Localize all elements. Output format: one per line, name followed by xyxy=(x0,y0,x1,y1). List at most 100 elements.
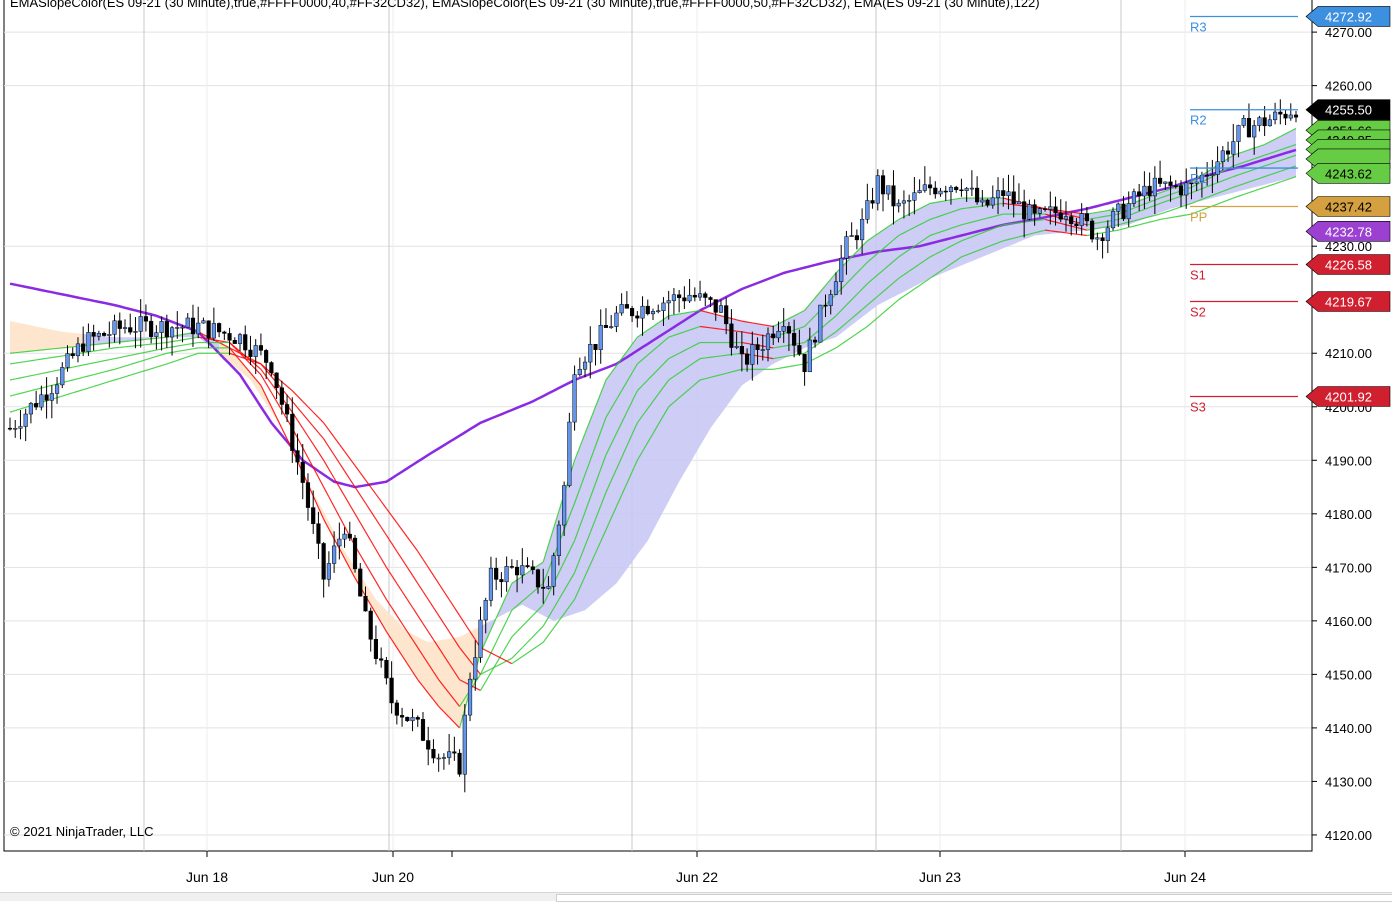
candle-body xyxy=(912,192,917,201)
slope-ema-segment xyxy=(140,344,146,346)
candle-body xyxy=(102,332,107,336)
candle-body xyxy=(582,361,588,370)
candle-body xyxy=(1131,191,1137,204)
candle-body xyxy=(959,189,964,192)
candle-body xyxy=(384,660,389,679)
candle-body xyxy=(980,199,985,203)
candle-body xyxy=(305,482,311,508)
price-marker-label: 4237.42 xyxy=(1325,199,1372,214)
candle-body xyxy=(185,317,190,328)
scrollbar-thumb[interactable] xyxy=(556,894,1392,902)
candle-body xyxy=(525,565,530,567)
slope-ema-segment xyxy=(36,358,42,361)
candle-body xyxy=(1252,125,1257,138)
candle-body xyxy=(65,353,70,368)
candle-body xyxy=(164,321,169,338)
slope-ema-segment xyxy=(699,357,706,360)
y-tick-label: 4170.00 xyxy=(1325,560,1372,575)
slope-ema-segment xyxy=(104,342,110,345)
candle-body xyxy=(624,304,629,309)
slope-ema-segment xyxy=(46,356,52,359)
candle-body xyxy=(771,333,776,339)
candle-body xyxy=(812,339,818,343)
chart-panel[interactable]: R3 R2 R1 PP S1 S2 S3 4120.00 4130.00 4140.00 4150.… xyxy=(0,0,1392,902)
candle-body xyxy=(206,320,211,339)
candle-body xyxy=(363,595,368,612)
candle-body xyxy=(154,332,159,337)
candle-body xyxy=(954,186,959,191)
candle-body xyxy=(802,353,807,373)
price-marker-label: 4201.92 xyxy=(1325,389,1372,404)
candle-body xyxy=(274,372,279,389)
candle-body xyxy=(1058,212,1063,220)
candle-body xyxy=(1048,206,1053,210)
candle-body xyxy=(122,327,128,329)
slope-ema-segment xyxy=(982,204,988,207)
candle-body xyxy=(222,331,227,334)
candle-body xyxy=(786,326,791,334)
candle-body xyxy=(1037,208,1042,214)
candle-body xyxy=(776,330,781,339)
candle-body xyxy=(96,332,101,337)
candle-body xyxy=(232,340,237,344)
candle-body xyxy=(630,308,635,317)
price-marker-label: 4226.58 xyxy=(1325,258,1372,273)
candle-body xyxy=(447,751,452,758)
slope-ema-segment xyxy=(109,341,115,344)
price-marker-label: 4272.92 xyxy=(1325,9,1372,24)
candle-body xyxy=(933,187,938,195)
candle-body xyxy=(1225,150,1231,155)
slope-ema-segment xyxy=(156,337,162,339)
candle-body xyxy=(1288,114,1293,119)
candle-body xyxy=(237,334,243,344)
candle-body xyxy=(347,533,352,539)
slope-ema-segment xyxy=(51,347,58,350)
candle-body xyxy=(781,326,786,332)
candle-body xyxy=(880,175,886,195)
candle-body xyxy=(1121,203,1126,220)
candle-body xyxy=(839,257,844,282)
candle-body xyxy=(23,413,28,427)
candle-body xyxy=(316,523,321,544)
candle-body xyxy=(640,305,645,319)
candle-body xyxy=(415,717,420,720)
candle-body xyxy=(1063,216,1069,220)
candle-body xyxy=(1246,118,1252,138)
candle-body xyxy=(1158,177,1163,184)
slope-ema-segment xyxy=(30,359,37,362)
slope-ema-segment xyxy=(20,360,26,363)
slope-ema-segment xyxy=(1013,222,1020,225)
slope-ema-segment xyxy=(731,353,737,356)
candle-body xyxy=(818,304,823,343)
candle-body xyxy=(969,187,974,190)
candle-body xyxy=(300,461,305,483)
pivot-label-s1: S1 xyxy=(1190,268,1206,283)
price-chart[interactable]: R3 R2 R1 PP S1 S2 S3 4120.00 4130.00 4140.00 4150.… xyxy=(0,0,1392,900)
candle-body xyxy=(1137,191,1142,197)
candle-body xyxy=(750,344,755,365)
slope-ema-segment xyxy=(1013,204,1020,206)
slope-ema-segment xyxy=(62,346,68,349)
slope-ema-segment xyxy=(1055,230,1061,233)
slope-ema-segment xyxy=(20,351,26,353)
slope-ema-segment xyxy=(93,349,99,352)
slope-ema-segment xyxy=(104,348,110,351)
slope-ema-segment xyxy=(9,352,16,354)
candle-body xyxy=(854,235,859,241)
y-tick-label: 4120.00 xyxy=(1325,828,1372,843)
candle-body xyxy=(682,297,687,302)
candle-body xyxy=(541,586,546,589)
candle-body xyxy=(1016,201,1022,205)
candle-body xyxy=(713,299,718,313)
slope-ema-segment xyxy=(67,346,73,348)
candle-body xyxy=(1163,181,1168,184)
candle-body xyxy=(530,566,535,570)
candle-body xyxy=(1090,220,1095,240)
slope-ema-segment xyxy=(140,338,146,341)
candle-body xyxy=(201,320,206,324)
slope-ema-segment xyxy=(1034,219,1040,222)
candle-body xyxy=(687,294,692,302)
candle-body xyxy=(708,297,713,300)
pivot-label-r2: R2 xyxy=(1190,113,1207,128)
slope-ema-segment xyxy=(41,348,47,351)
